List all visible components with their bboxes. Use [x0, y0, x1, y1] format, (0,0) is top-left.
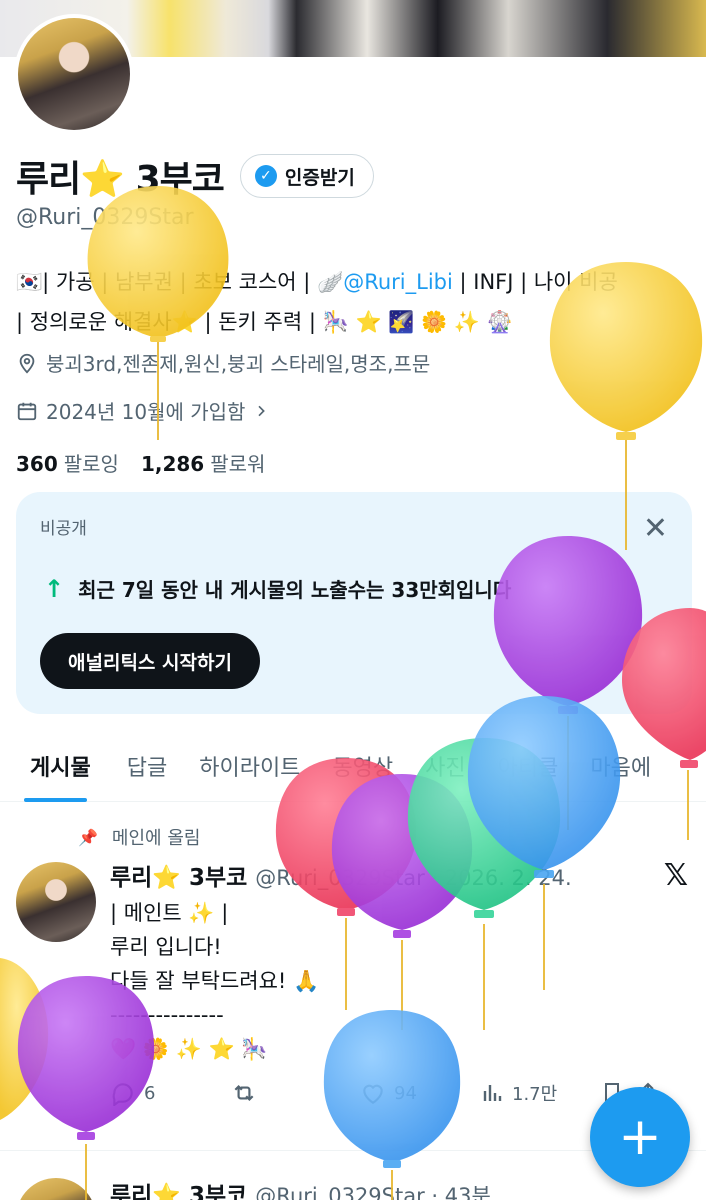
post-line: 루리 입니다! — [110, 935, 222, 959]
post-body[interactable]: | 메인트 ✨ | 루리 입니다! 다들 잘 부탁드려요! 🙏 --------… — [110, 896, 319, 1066]
profile-handle: @Ruri_0329Star — [16, 205, 194, 230]
x-logo-icon: 𝕏 — [663, 858, 688, 893]
pinned-label: 메인에 올림 — [111, 828, 201, 849]
balloon-yellow — [0, 958, 49, 1120]
post-line: 🩷 🌼 ✨ ⭐ 🎠 — [110, 1037, 268, 1061]
post-avatar[interactable] — [16, 862, 96, 942]
bio-text: 🇰🇷| 가공 | 남부권 | 초보 코스어 | 🪽 — [16, 270, 344, 294]
profile-avatar-frame — [14, 14, 134, 134]
tab-videos[interactable]: 동영상 — [316, 730, 409, 802]
like-count: 94 — [394, 1082, 417, 1104]
name-row: 루리⭐ 3부코 ✓ 인증받기 — [16, 150, 374, 202]
pin-icon: 📌 — [78, 827, 98, 847]
following-count: 360 — [16, 452, 58, 476]
repost-button[interactable] — [230, 1080, 360, 1106]
views-button[interactable]: 1.7만 — [480, 1080, 600, 1106]
post-line: 다들 잘 부탁드려요! 🙏 — [110, 969, 320, 993]
chevron-right-icon — [258, 405, 266, 416]
pinned-indicator: 📌 메인에 올림 — [78, 824, 200, 850]
like-button[interactable]: 94 — [360, 1080, 480, 1106]
reply-icon — [112, 1083, 133, 1106]
post-line: | 메인트 ✨ | — [110, 901, 229, 925]
post-author-name[interactable]: 루리⭐ 3부코 — [110, 1183, 247, 1200]
views-count: 1.7만 — [512, 1084, 558, 1105]
post-avatar[interactable] — [16, 1178, 96, 1200]
arrow-up-icon: ↑ — [44, 574, 65, 603]
post-author-name[interactable]: 루리⭐ 3부코 — [110, 865, 247, 891]
following-label: 팔로잉 — [63, 452, 119, 476]
analytics-stat-text: 최근 7일 동안 내 게시물의 노출수는 33만회입니다 — [78, 578, 512, 602]
tab-photos[interactable]: 사진 — [409, 730, 481, 802]
analytics-stat: ↑ 최근 7일 동안 내 게시물의 노출수는 33만회입니다 — [44, 574, 511, 603]
profile-avatar[interactable] — [18, 18, 130, 130]
profile-name: 루리⭐ 3부코 — [16, 159, 225, 200]
get-verified-button[interactable]: ✓ 인증받기 — [239, 154, 374, 198]
reply-count: 6 — [144, 1082, 156, 1104]
close-icon[interactable]: ✕ — [643, 514, 668, 544]
balloon-purple — [331, 774, 473, 1030]
followers-link[interactable]: 1,286 팔로워 — [141, 448, 265, 477]
post-header: 루리⭐ 3부코 @Ruri_0329Star · 2026. 2. 24. — [110, 858, 572, 892]
bar-chart-icon — [483, 1085, 502, 1101]
profile-joined[interactable]: 2024년 10월에 가입함 — [16, 396, 277, 425]
bio-text: | 정의로운 해결사⭐ | 돈키 주력 | 🎠 ⭐ 🌠 🌼 ✨ 🎡 — [16, 310, 513, 334]
post-handle-date: @Ruri_0329Star · 2026. 2. 24. — [255, 866, 572, 890]
bio-text: | INFJ | 나이 비공 — [452, 270, 618, 294]
profile-location: 붕괴3rd,젠존제,원신,붕괴 스타레일,명조,프문 — [16, 348, 430, 377]
compose-post-button[interactable]: + — [590, 1087, 690, 1187]
post-header: 루리⭐ 3부코 @Ruri_0329Star · 43분 — [110, 1176, 491, 1200]
repost-icon — [234, 1084, 254, 1102]
start-analytics-button[interactable]: 애널리틱스 시작하기 — [40, 633, 260, 689]
verified-check-icon: ✓ — [254, 165, 277, 187]
followers-count: 1,286 — [140, 452, 205, 476]
profile-bio: 🇰🇷| 가공 | 남부권 | 초보 코스어 | 🪽@Ruri_Libi | IN… — [16, 262, 696, 342]
tab-posts[interactable]: 게시물 — [0, 730, 111, 802]
tab-replies[interactable]: 답글 — [111, 730, 183, 802]
following-link[interactable]: 360 팔로잉 — [16, 448, 119, 477]
follow-stats: 360 팔로잉 1,286 팔로워 — [16, 448, 265, 477]
reply-button[interactable]: 6 — [110, 1080, 230, 1106]
post-line: --------------- — [110, 1003, 224, 1027]
location-pin-icon — [19, 353, 35, 373]
followers-label: 팔로워 — [210, 452, 266, 476]
profile-tabs: 게시물 답글 하이라이트 동영상 사진 아티클 마음에 — [0, 730, 706, 802]
post-handle-date: @Ruri_0329Star · 43분 — [255, 1184, 491, 1200]
bio-mention-link[interactable]: @Ruri_Libi — [343, 270, 453, 294]
tab-articles[interactable]: 아티클 — [482, 730, 575, 802]
tab-highlights[interactable]: 하이라이트 — [183, 730, 316, 802]
get-verified-label: 인증받기 — [284, 166, 355, 189]
analytics-private-label: 비공개 — [40, 519, 87, 539]
location-text: 붕괴3rd,젠존제,원신,붕괴 스타레일,명조,프문 — [46, 352, 431, 376]
analytics-card: 비공개 ✕ ↑ 최근 7일 동안 내 게시물의 노출수는 33만회입니다 애널리… — [16, 492, 692, 714]
tab-likes[interactable]: 마음에 — [574, 730, 667, 802]
heart-icon — [363, 1084, 383, 1105]
calendar-icon — [17, 402, 37, 420]
joined-text: 2024년 10월에 가입함 — [46, 400, 246, 424]
